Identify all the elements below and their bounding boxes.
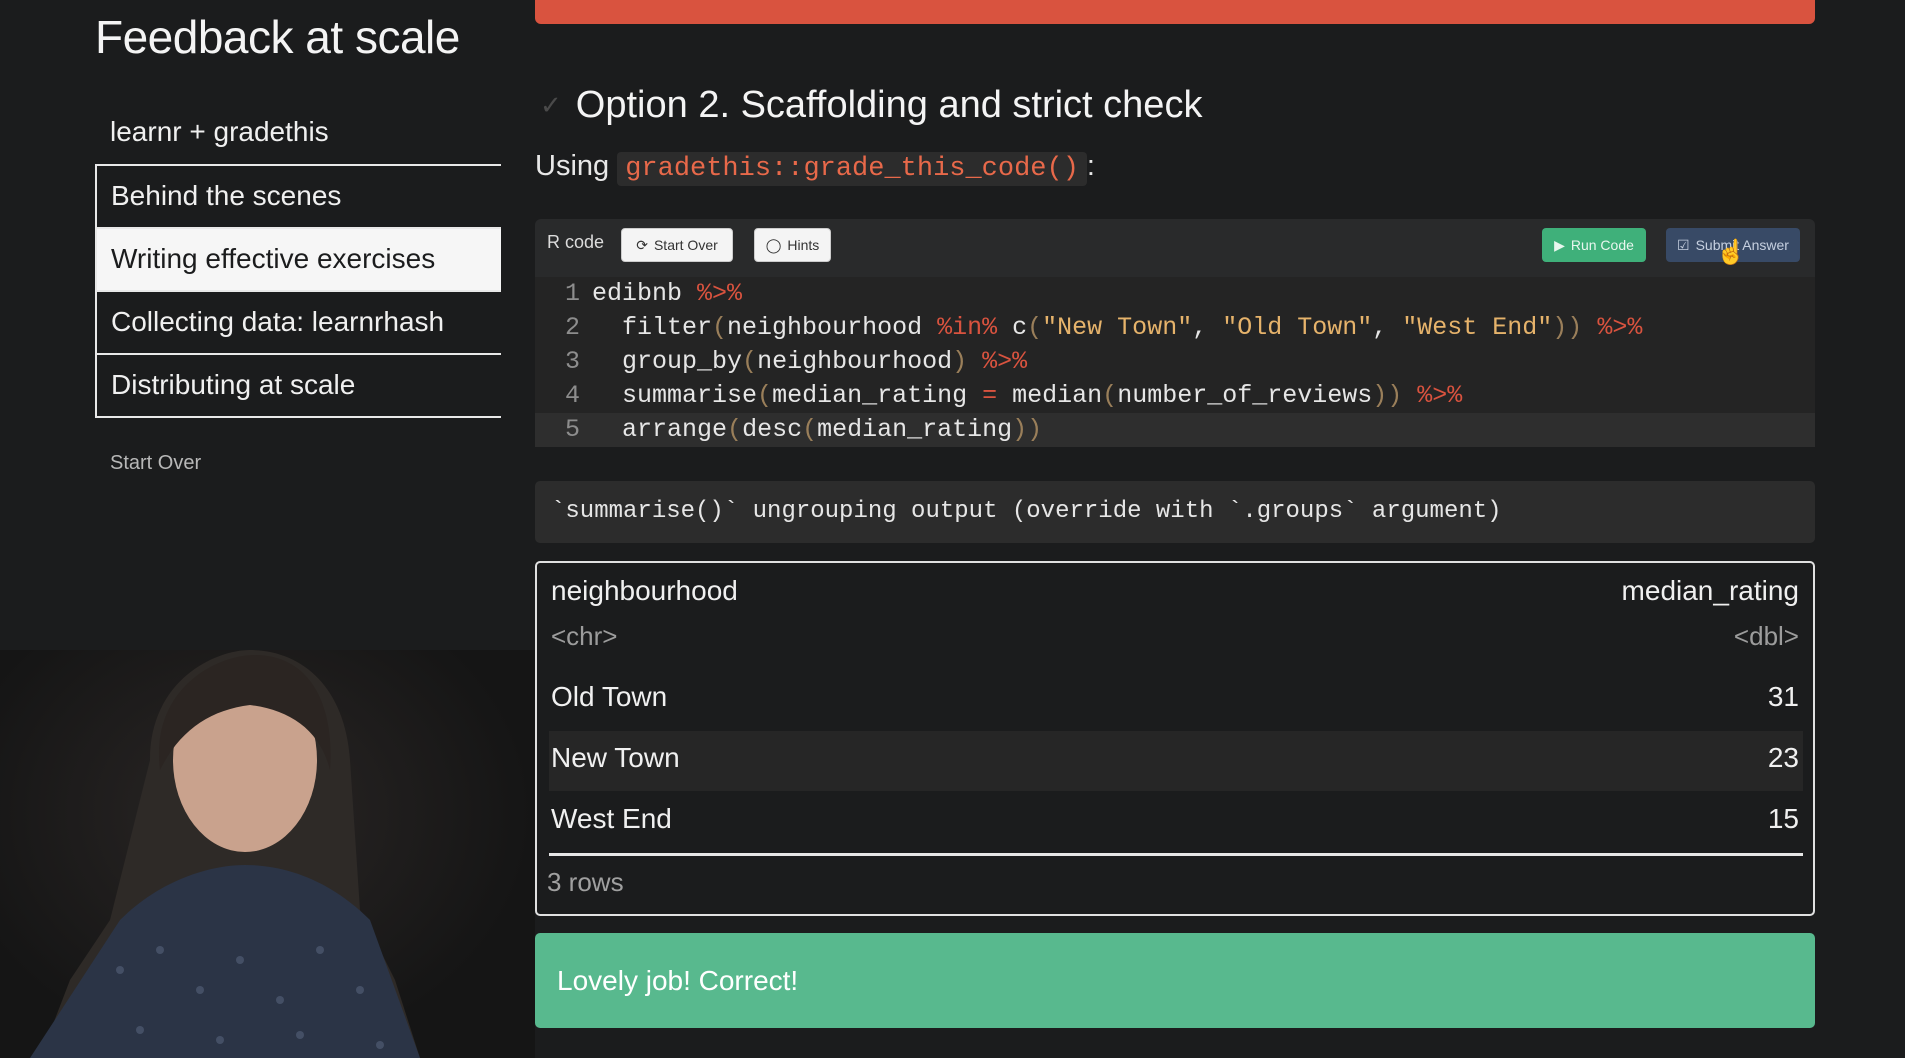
column-header: neighbourhood <box>551 575 738 606</box>
console-message: `summarise()` ungrouping output (overrid… <box>535 481 1815 543</box>
exercise-panel: R code ⟳ Start Over ◯ Hints ▶ Run Code ☑… <box>535 219 1815 447</box>
play-icon: ▶ <box>1554 236 1565 253</box>
table-cell: New Town <box>551 742 680 773</box>
refresh-icon: ⟳ <box>636 236 648 253</box>
success-alert: Lovely job! Correct! <box>535 933 1815 1028</box>
section-heading-text: Option 2. Scaffolding and strict check <box>575 84 1203 126</box>
code-line: 5 arrange(desc(median_rating)) <box>535 413 1815 447</box>
start-over-label: Start Over <box>653 237 718 253</box>
lightbulb-icon: ◯ <box>765 236 782 253</box>
run-code-label: Run Code <box>1570 237 1634 253</box>
exercise-label: R code <box>547 232 605 252</box>
table-cell: West End <box>551 803 672 834</box>
exercise-toolbar: R code ⟳ Start Over ◯ Hints ▶ Run Code ☑… <box>535 219 1815 273</box>
start-over-link[interactable]: Start Over <box>110 452 201 475</box>
line-number: 3 <box>564 347 580 376</box>
nav-item-behind-the-scenes[interactable]: Behind the scenes <box>97 166 501 229</box>
previous-feedback-bar <box>535 0 1815 24</box>
table-divider <box>549 853 1803 856</box>
nav-item-learnr-gradethis[interactable]: learnr + gradethis <box>97 108 499 164</box>
hints-label: Hints <box>787 237 820 253</box>
line-number: 5 <box>564 415 580 444</box>
table-cell: 23 <box>1767 742 1799 773</box>
sidebar-nav: Behind the scenes Writing effective exer… <box>95 164 501 418</box>
check-icon: ✓ <box>540 90 562 120</box>
column-type: <dbl> <box>1733 621 1799 651</box>
section-heading: ✓ Option 2. Scaffolding and strict check <box>540 84 1202 127</box>
code-editor[interactable]: 1 edibnb %>% 2 filter(neighbourhood %in%… <box>535 277 1815 447</box>
column-type: <chr> <box>551 621 618 651</box>
start-over-button[interactable]: ⟳ Start Over <box>621 228 733 262</box>
using-line: Using gradethis::grade_this_code(): <box>535 150 1095 186</box>
presenter-silhouette-icon <box>30 650 420 1058</box>
result-table: neighbourhood median_rating <chr> <dbl> … <box>535 561 1815 916</box>
line-number: 2 <box>564 313 580 342</box>
code-line: 4 summarise(median_rating = median(numbe… <box>535 379 1815 413</box>
code-line: 2 filter(neighbourhood %in% c("New Town"… <box>535 311 1815 345</box>
table-cell: 31 <box>1767 681 1799 712</box>
run-code-button[interactable]: ▶ Run Code <box>1542 228 1646 262</box>
nav-item-writing-effective-exercises[interactable]: Writing effective exercises <box>97 229 501 292</box>
app-title: Feedback at scale <box>95 11 460 63</box>
table-cell: Old Town <box>551 681 668 712</box>
using-suffix: : <box>1086 150 1095 182</box>
code-line: 1 edibnb %>% <box>535 277 1815 311</box>
checkbox-icon: ☑ <box>1677 236 1690 253</box>
webcam-video <box>0 650 535 1058</box>
table-cell: 15 <box>1767 803 1799 834</box>
line-number: 1 <box>564 279 580 308</box>
hints-button[interactable]: ◯ Hints <box>754 228 831 262</box>
using-prefix: Using <box>535 150 610 182</box>
code-line: 3 group_by(neighbourhood) %>% <box>535 345 1815 379</box>
nav-item-collecting-data[interactable]: Collecting data: learnrhash <box>97 292 501 355</box>
table-row-count: 3 rows <box>547 867 624 897</box>
row-stripe <box>549 731 1803 791</box>
hand-cursor-icon: ☝ <box>1716 239 1746 266</box>
function-code: gradethis::grade_this_code() <box>617 152 1087 186</box>
column-header: median_rating <box>1621 575 1799 606</box>
nav-item-distributing-at-scale[interactable]: Distributing at scale <box>97 355 501 418</box>
line-number: 4 <box>564 381 580 410</box>
